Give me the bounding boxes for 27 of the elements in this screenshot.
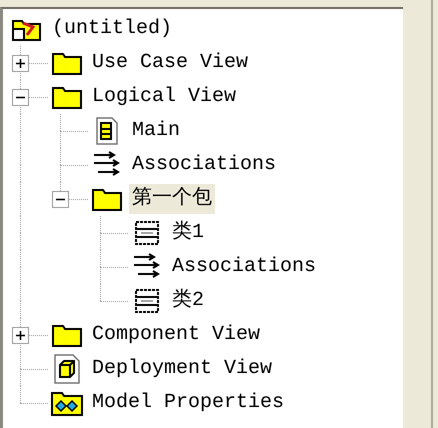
collapse-toggle[interactable] — [12, 89, 29, 106]
tree-item[interactable]: 类1 — [169, 218, 208, 248]
diamond-folder-icon — [50, 389, 84, 417]
class-icon — [134, 220, 160, 246]
tree-item[interactable]: Model Properties — [89, 388, 288, 418]
folder-icon — [51, 84, 83, 110]
tree-item[interactable]: Main — [129, 116, 184, 146]
tree-item[interactable]: Use Case View — [89, 48, 252, 78]
expand-toggle[interactable] — [12, 327, 29, 344]
tree-item[interactable]: Component View — [89, 320, 264, 350]
tree-item[interactable]: 类2 — [169, 286, 208, 316]
diagram-icon — [96, 117, 118, 145]
tree-item[interactable]: 第一个包 — [129, 184, 215, 214]
plus-icon — [16, 59, 25, 68]
plus-icon — [16, 331, 25, 340]
folder-icon — [91, 186, 123, 212]
tree-item[interactable]: Logical View — [89, 82, 240, 112]
folder-icon — [51, 50, 83, 76]
expand-toggle[interactable] — [12, 55, 29, 72]
tree-item[interactable]: Deployment View — [89, 354, 276, 384]
tree-item[interactable]: Associations — [129, 150, 280, 180]
class-icon — [134, 288, 160, 314]
collapse-toggle[interactable] — [52, 191, 69, 208]
folder-icon — [51, 322, 83, 348]
tree-item[interactable]: (untitled) — [49, 14, 176, 44]
cube-document-icon — [54, 354, 80, 384]
tree-item[interactable]: Associations — [169, 252, 320, 282]
